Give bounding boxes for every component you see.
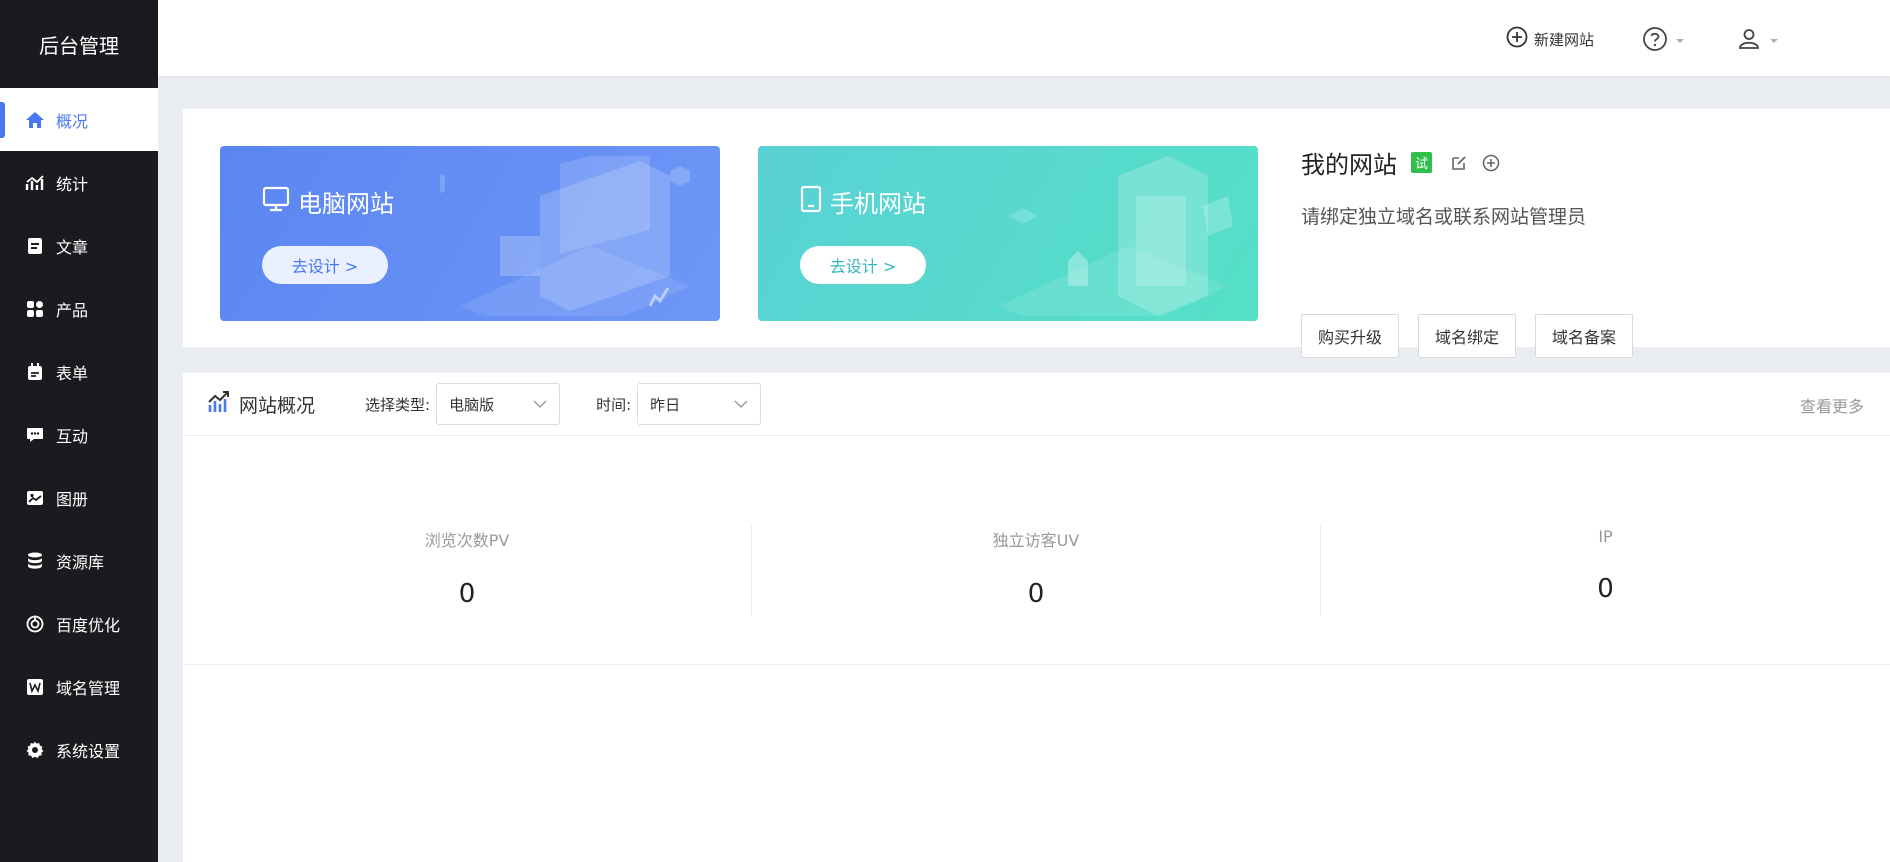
trend-chart-icon: [207, 390, 231, 419]
sidebar-item-label: 互动: [56, 426, 89, 446]
sidebar-item-label: 系统设置: [56, 741, 121, 761]
edit-icon[interactable]: [1450, 154, 1468, 172]
mobile-design-button[interactable]: 去设计 >: [800, 246, 926, 284]
sidebar-item-stats[interactable]: 统计: [0, 151, 158, 214]
sidebar-item-label: 产品: [56, 300, 89, 320]
sidebar-item-seo[interactable]: 百度优化: [0, 592, 158, 655]
stat-value: 0: [458, 579, 476, 609]
user-icon: [1736, 26, 1762, 56]
chat-icon: [24, 424, 46, 446]
pc-site-title: 电脑网站: [262, 184, 394, 219]
database-icon: [24, 550, 46, 572]
album-icon: [24, 487, 46, 509]
sidebar-item-domain[interactable]: 域名管理: [0, 655, 158, 718]
divider: [183, 664, 1890, 665]
overview-title: 网站概况: [207, 390, 315, 419]
new-site-label: 新建网站: [1534, 30, 1595, 49]
time-select[interactable]: 昨日: [637, 383, 762, 425]
mobile-site-title: 手机网站: [800, 184, 926, 219]
stat-label: 独立访客UV: [992, 531, 1080, 550]
site-card: 电脑网站 去设计 > 手机网站 去设计 > 我的网站 试 请绑定独立域名或联系网…: [183, 109, 1890, 358]
sidebar-item-label: 文章: [56, 237, 89, 257]
my-site-panel: 我的网站 试 请绑定独立域名或联系网站管理员 购买升级 域名绑定 域名备案: [1301, 145, 1634, 358]
stat-pv: 浏览次数PV 0: [183, 525, 752, 615]
product-icon: [24, 298, 46, 320]
tablet-icon: [800, 185, 822, 219]
user-menu[interactable]: [1736, 26, 1778, 56]
sidebar-item-label: 统计: [56, 174, 89, 194]
overview-header: 网站概况 选择类型: 电脑版 时间: 昨日 查看更多: [183, 373, 1890, 436]
chevron-down-icon: [1676, 39, 1684, 43]
chevron-down-icon: [533, 395, 547, 413]
sidebar-item-album[interactable]: 图册: [0, 466, 158, 529]
type-select[interactable]: 电脑版: [436, 383, 561, 425]
brand-title: 后台管理: [39, 33, 119, 58]
pc-design-button[interactable]: 去设计 >: [262, 246, 388, 284]
stat-uv: 独立访客UV 0: [752, 525, 1321, 615]
type-label: 选择类型:: [365, 395, 431, 414]
time-filter: 时间: 昨日: [596, 383, 762, 425]
sidebar-item-library[interactable]: 资源库: [0, 529, 158, 592]
sidebar-item-settings[interactable]: 系统设置: [0, 718, 158, 781]
mobile-illustration: [998, 156, 1233, 316]
gear-icon: [24, 739, 46, 761]
chevron-down-icon: [734, 395, 748, 413]
sidebar: 后台管理 概况 统计 文章 产品 表单 互动 图册 资源库 百度优化 域名管理 …: [0, 0, 158, 862]
add-circle-icon[interactable]: [1482, 154, 1500, 172]
stat-label: IP: [1598, 527, 1613, 546]
stats-row: 浏览次数PV 0 独立访客UV 0 IP 0: [183, 525, 1890, 615]
chart-icon: [24, 172, 46, 194]
form-icon: [24, 361, 46, 383]
stat-value: 0: [1027, 579, 1045, 609]
article-icon: [24, 235, 46, 257]
help-menu[interactable]: [1642, 26, 1684, 56]
seo-icon: [24, 613, 46, 635]
sidebar-item-label: 表单: [56, 363, 89, 383]
domain-filing-button[interactable]: 域名备案: [1535, 314, 1634, 358]
monitor-icon: [262, 186, 290, 218]
pc-site-banner: 电脑网站 去设计 >: [220, 146, 720, 321]
trial-badge: 试: [1411, 152, 1432, 173]
top-bar: 新建网站: [158, 0, 1890, 76]
home-icon: [24, 109, 46, 131]
bind-domain-button[interactable]: 域名绑定: [1418, 314, 1517, 358]
sidebar-item-label: 图册: [56, 489, 89, 509]
stat-value: 0: [1597, 574, 1614, 604]
stat-label: 浏览次数PV: [424, 531, 510, 550]
sidebar-item-label: 概况: [56, 111, 89, 131]
my-site-title: 我的网站: [1301, 151, 1397, 179]
sidebar-item-article[interactable]: 文章: [0, 214, 158, 277]
sidebar-item-label: 百度优化: [56, 615, 121, 635]
new-site-button[interactable]: 新建网站: [1506, 26, 1594, 52]
view-more-link[interactable]: 查看更多: [1800, 393, 1864, 417]
sidebar-item-label: 资源库: [56, 552, 105, 572]
site-overview-panel: 网站概况 选择类型: 电脑版 时间: 昨日 查看更多 浏览次数PV 0 独立访客…: [183, 373, 1890, 862]
sidebar-item-interaction[interactable]: 互动: [0, 403, 158, 466]
plus-circle-icon: [1506, 26, 1528, 52]
sidebar-item-product[interactable]: 产品: [0, 277, 158, 340]
mobile-site-banner: 手机网站 去设计 >: [758, 146, 1258, 321]
upgrade-button[interactable]: 购买升级: [1301, 314, 1400, 358]
sidebar-item-label: 域名管理: [56, 678, 121, 698]
type-filter: 选择类型: 电脑版: [365, 383, 561, 425]
stat-ip: IP 0: [1321, 525, 1890, 615]
time-label: 时间:: [596, 395, 632, 414]
domain-icon: [24, 676, 46, 698]
sidebar-item-form[interactable]: 表单: [0, 340, 158, 403]
sidebar-item-overview[interactable]: 概况: [0, 88, 158, 151]
pc-illustration: [440, 156, 690, 316]
my-site-description: 请绑定独立域名或联系网站管理员: [1301, 206, 1587, 228]
help-icon: [1642, 26, 1668, 56]
chevron-down-icon: [1770, 39, 1778, 43]
